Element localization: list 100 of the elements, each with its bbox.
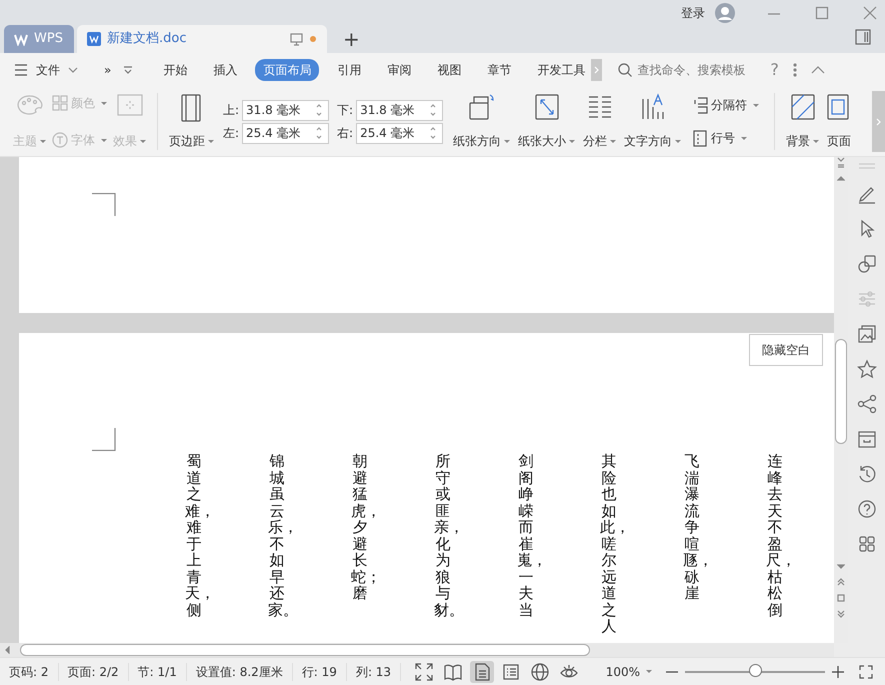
caret-icon — [813, 140, 820, 144]
caret-icon — [101, 138, 107, 142]
arrow-left-icon[interactable] — [4, 646, 10, 654]
apps-icon[interactable] — [856, 534, 876, 554]
collapse-icon[interactable] — [810, 66, 825, 74]
ribbon-button[interactable]: 纸张大小 — [515, 91, 578, 152]
ribbon-button[interactable]: 行号 — [689, 128, 762, 148]
login-link[interactable]: 登录 — [681, 4, 705, 22]
menu-tab[interactable]: 引用 — [329, 59, 370, 81]
caret-icon — [741, 136, 748, 140]
chevron-right-icon — [593, 65, 600, 75]
document-icon — [87, 32, 101, 46]
line-number-icon — [692, 130, 708, 146]
text-column: 所守或匪亲，化为狼与豺。 — [434, 453, 456, 634]
ribbon-button[interactable]: 分栏 — [580, 91, 620, 152]
view-button[interactable] — [470, 660, 494, 682]
corner-mark — [92, 428, 116, 451]
break-icon — [692, 96, 708, 114]
circled-t-icon — [52, 132, 68, 148]
next-page-icon[interactable] — [837, 610, 845, 618]
status-text: 列: 13 — [346, 662, 402, 680]
arrow-up-icon[interactable] — [837, 175, 845, 181]
zoom-thumb[interactable] — [749, 664, 762, 677]
field-label: 上: — [223, 102, 240, 119]
scrollbar-thumb[interactable] — [20, 644, 590, 656]
ribbon-button[interactable]: 分隔符 — [689, 95, 762, 115]
avatar-icon[interactable] — [715, 2, 735, 22]
grid-icon — [52, 95, 68, 111]
menu-tab[interactable]: 页面布局 — [255, 59, 320, 81]
more-icon[interactable] — [792, 63, 797, 77]
history-icon[interactable] — [856, 464, 876, 484]
spinner-arrows-icon — [316, 126, 322, 140]
text-column: 其险也如此，嗟尔远道之人 — [600, 453, 622, 634]
spin-field[interactable]: 31.8 毫米 — [242, 100, 330, 120]
new-tab-button[interactable]: + — [337, 29, 366, 53]
ribbon-button[interactable]: 页边距 — [166, 91, 217, 152]
search-field[interactable]: 查找命令、搜索模板 — [618, 60, 750, 80]
help-icon[interactable] — [856, 499, 876, 519]
previous-page-icon[interactable] — [837, 578, 845, 586]
scrollbar-thumb[interactable] — [835, 339, 847, 444]
chevron-down-icon — [68, 67, 78, 73]
caret-icon — [753, 104, 760, 106]
file-menu[interactable]: 文件 — [28, 59, 86, 81]
status-text: 节: 1/1 — [128, 662, 187, 680]
caret-icon — [646, 670, 652, 673]
chevron-right-icon — [875, 116, 882, 126]
image-icon[interactable] — [856, 324, 876, 344]
zoom-dropdown[interactable]: 100% — [602, 662, 655, 682]
field-label: 下: — [337, 102, 354, 119]
zoom-in-icon[interactable] — [831, 664, 845, 678]
dropdown-icon[interactable] — [123, 66, 134, 74]
hide-blank-button[interactable]: 隐藏空白 — [749, 334, 823, 366]
menu-tab[interactable]: 插入 — [205, 59, 246, 81]
text-column: 蜀道之难，难于上青天，侧 — [185, 453, 207, 634]
search-icon — [618, 63, 632, 77]
maximize-icon[interactable] — [815, 6, 829, 20]
status-text: 页面: 2/2 — [58, 662, 129, 680]
spin-field[interactable]: 25.4 毫米 — [242, 122, 330, 144]
menu-tab[interactable]: 审阅 — [379, 59, 420, 81]
ribbon-button[interactable]: 背景 — [783, 91, 822, 152]
document-tab[interactable]: 新建文档.doc — [77, 25, 327, 53]
menu-icon[interactable] — [14, 63, 28, 77]
text-column: 锦城虽云乐，不如早还家。 — [268, 453, 290, 634]
share-icon[interactable] — [856, 394, 876, 414]
archive-icon[interactable] — [856, 429, 876, 449]
menu-tab[interactable]: 章节 — [479, 59, 520, 81]
caret-icon — [504, 140, 510, 144]
ribbon-button[interactable]: 文字方向 — [621, 91, 684, 152]
shapes-icon[interactable] — [856, 254, 876, 274]
corner-mark — [92, 193, 116, 217]
spin-field[interactable]: 25.4 毫米 — [356, 122, 444, 144]
text-column: 朝避猛虎，夕避长蛇；磨 — [351, 453, 373, 634]
close-icon[interactable] — [863, 6, 877, 20]
spinner-arrows-icon — [316, 103, 322, 117]
caret-icon — [40, 140, 46, 144]
ribbon-button[interactable]: 页面 — [822, 91, 856, 152]
monitor-icon[interactable] — [290, 32, 303, 46]
status-text: 设置值: 8.2厘米 — [186, 662, 293, 680]
fullscreen-icon[interactable] — [859, 664, 873, 678]
star-icon[interactable] — [856, 359, 876, 379]
sparkle-box-icon — [116, 93, 144, 117]
ribbon-button[interactable]: 纸张方向 — [450, 91, 514, 152]
menu-tab[interactable]: 开发工具 — [529, 59, 594, 81]
caret-icon — [675, 140, 682, 144]
menu-tab[interactable]: 开始 — [155, 59, 196, 81]
split-icon[interactable] — [836, 157, 846, 169]
more-button[interactable]: » — [96, 59, 120, 81]
text-column: 连峰去天不盈尺，枯松倒 — [766, 453, 788, 634]
text-column: 剑阁峥嵘而崔嵬，一夫当 — [517, 453, 539, 634]
panel-icon[interactable] — [855, 29, 871, 45]
square-icon[interactable] — [837, 594, 845, 602]
status-text: 行: 19 — [292, 662, 347, 680]
handle-icon — [858, 163, 876, 169]
palette-icon — [16, 93, 44, 117]
caret-icon — [101, 102, 107, 104]
arrow-down-icon[interactable] — [837, 564, 845, 570]
field-label: 右: — [337, 125, 354, 142]
menu-tab[interactable]: 视图 — [429, 59, 470, 81]
caret-icon — [610, 140, 616, 144]
spin-field[interactable]: 31.8 毫米 — [356, 100, 444, 120]
